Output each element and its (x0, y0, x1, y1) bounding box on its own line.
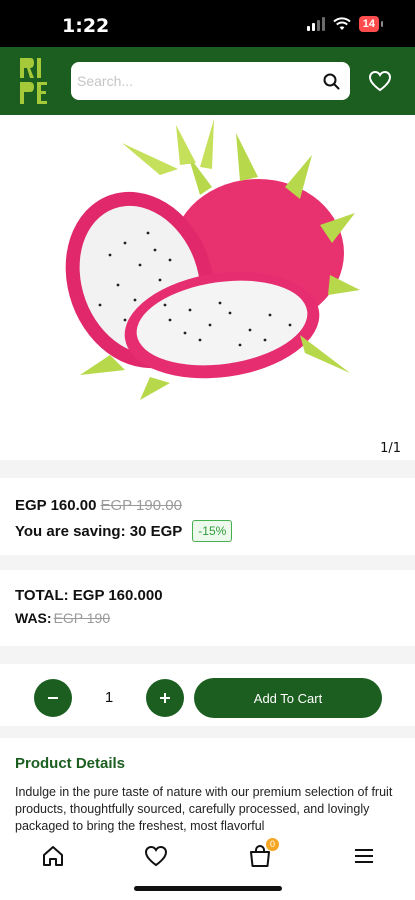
section-divider (0, 555, 415, 570)
menu-icon[interactable] (351, 843, 377, 869)
minus-icon (48, 697, 58, 699)
wishlist-heart-icon[interactable] (368, 70, 392, 92)
search-box[interactable] (71, 62, 350, 100)
increase-quantity-button[interactable] (146, 679, 184, 717)
decrease-quantity-button[interactable] (34, 679, 72, 717)
status-time: 1:22 (62, 15, 110, 37)
section-divider (0, 460, 415, 478)
product-image (65, 119, 360, 400)
signal-icon (306, 17, 325, 31)
status-icons: 14 (306, 16, 384, 32)
price-row: EGP 160.00 EGP 190.00 (15, 497, 182, 514)
current-price: EGP 160.00 (15, 497, 97, 514)
favorites-heart-icon[interactable] (143, 843, 169, 869)
cart-count-badge: 0 (266, 838, 279, 851)
home-indicator (134, 886, 282, 891)
status-bar: 1:22 14 (0, 0, 415, 47)
section-divider (0, 726, 415, 738)
search-icon[interactable] (323, 73, 340, 90)
total-price: TOTAL: EGP 160.000 (15, 587, 163, 604)
product-details-title: Product Details (15, 755, 126, 772)
battery-icon: 14 (358, 16, 384, 32)
search-input[interactable] (77, 73, 323, 89)
ripe-logo (20, 58, 47, 104)
section-divider (0, 646, 415, 664)
discount-badge: -15% (192, 520, 233, 542)
was-label: WAS: (15, 610, 52, 626)
app-header (0, 47, 415, 115)
home-icon[interactable] (40, 843, 66, 869)
plus-icon (160, 693, 170, 703)
add-to-cart-button[interactable]: Add To Cart (194, 678, 382, 718)
cart-nav-item[interactable]: 0 (247, 838, 279, 869)
image-pager: 1/1 (380, 441, 401, 456)
wifi-icon (333, 17, 351, 30)
product-details-text: Indulge in the pure taste of nature with… (15, 785, 393, 833)
was-price: EGP 190 (53, 610, 111, 626)
quantity-value: 1 (104, 689, 114, 706)
was-row: WAS: EGP 190 (15, 610, 110, 626)
saving-label: You are saving: 30 EGP (15, 522, 183, 540)
saving-row: You are saving: 30 EGP -15% (15, 520, 233, 542)
old-price: EGP 190.00 (100, 497, 182, 514)
